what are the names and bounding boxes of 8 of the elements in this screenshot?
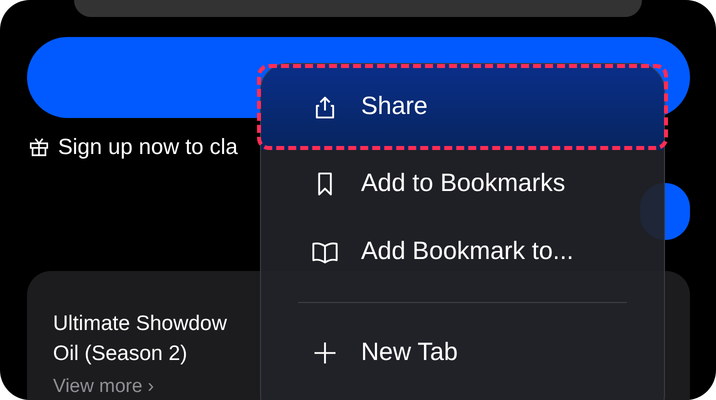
promo-text: Sign up now to cla — [58, 133, 238, 161]
gift-icon — [28, 136, 50, 158]
menu-item[interactable]: Share — [261, 64, 664, 150]
menu-item[interactable]: Add to Bookmarks — [261, 150, 664, 218]
card-title: Ultimate Showdow Oil (Season 2) — [53, 311, 227, 367]
menu-item[interactable]: New Tab — [261, 319, 664, 387]
menu-item[interactable]: Add Bookmark to... — [261, 218, 664, 286]
view-more-link[interactable]: View more › — [53, 373, 154, 400]
